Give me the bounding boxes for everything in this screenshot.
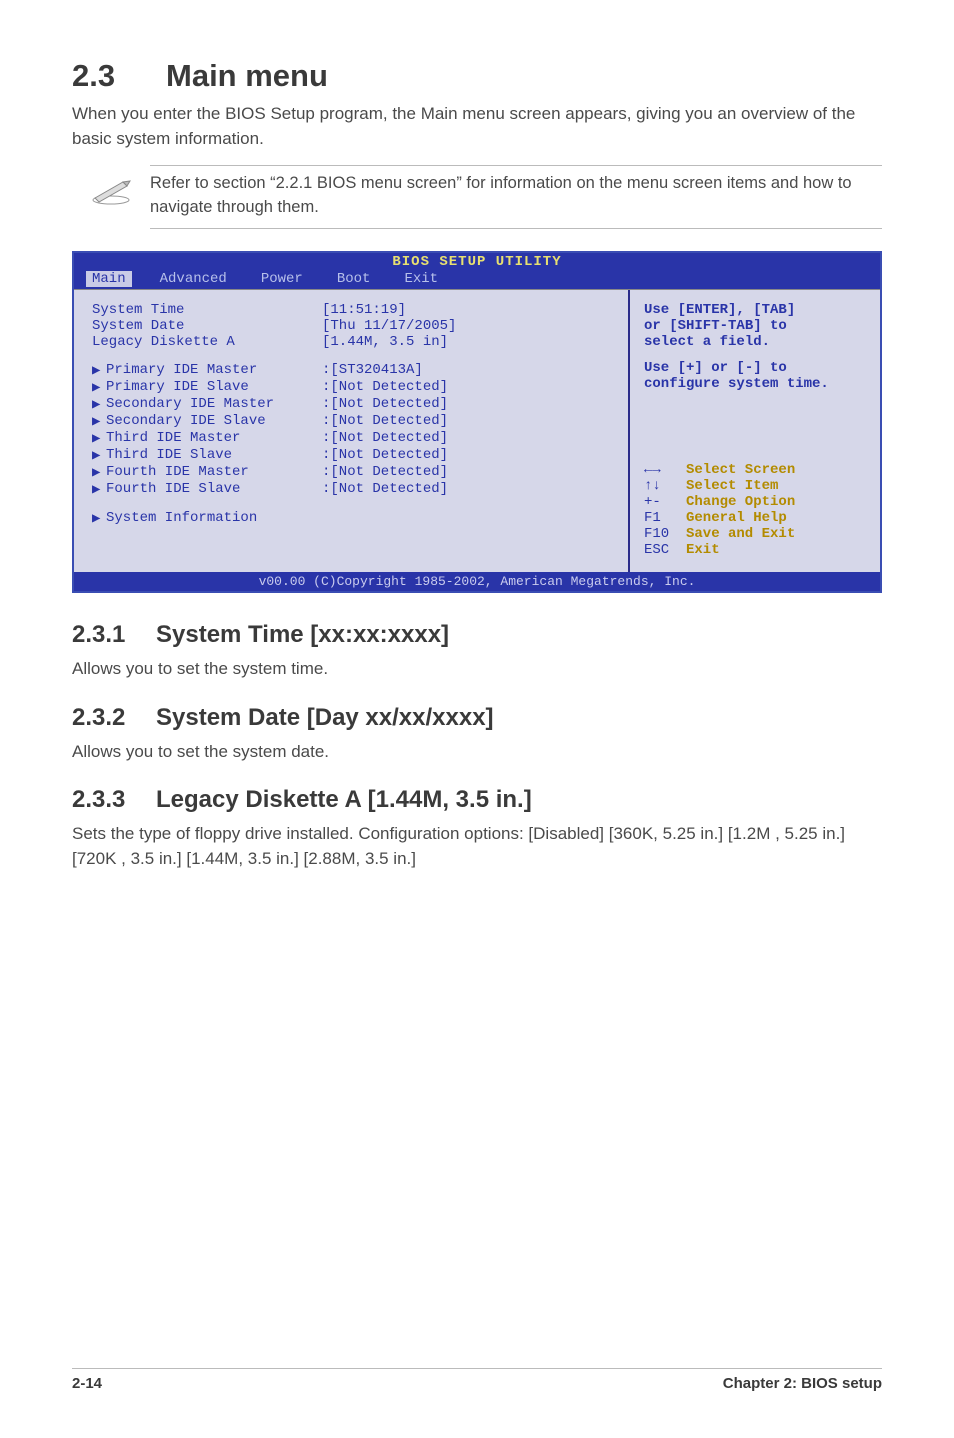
help-line: Use [ENTER], [TAB] [644,302,868,318]
section-heading: 2.3Main menu [72,58,882,94]
help-line: select a field. [644,334,868,350]
bios-tab-power[interactable]: Power [255,271,309,287]
submenu-arrow-icon: ▶ [92,413,106,430]
bios-tab-boot[interactable]: Boot [331,271,377,287]
subsection-body: Sets the type of floppy drive installed.… [72,822,882,871]
page-footer: 2-14 Chapter 2: BIOS setup [0,1368,954,1392]
note-text: Refer to section “2.2.1 BIOS menu screen… [150,172,882,220]
bios-main-area: System Time[11:51:19] System Date[Thu 11… [74,290,628,572]
field-system-date[interactable]: System Date[Thu 11/17/2005] [92,318,618,334]
bios-tab-advanced[interactable]: Advanced [154,271,233,287]
help-line: or [SHIFT-TAB] to [644,318,868,334]
divider [150,165,882,166]
submenu-arrow-icon: ▶ [92,481,106,498]
help-line: Use [+] or [-] to [644,360,868,376]
note-pencil-icon [72,172,150,206]
menu-primary-ide-slave[interactable]: ▶Primary IDE Slave:[Not Detected] [92,379,618,396]
bios-key-legend: ←→Select Screen ↑↓Select Item +-Change O… [644,462,868,558]
submenu-arrow-icon: ▶ [92,379,106,396]
menu-third-ide-slave[interactable]: ▶Third IDE Slave:[Not Detected] [92,447,618,464]
bios-tab-bar: Main Advanced Power Boot Exit [74,271,880,289]
subsection-heading: 2.3.3Legacy Diskette A [1.44M, 3.5 in.] [72,786,882,814]
section-number: 2.3 [72,58,166,94]
field-system-time[interactable]: System Time[11:51:19] [92,302,618,318]
field-legacy-diskette[interactable]: Legacy Diskette A[1.44M, 3.5 in] [92,334,618,350]
bios-title: BIOS SETUP UTILITY [74,253,880,271]
subsection-body: Allows you to set the system date. [72,740,882,765]
menu-fourth-ide-master[interactable]: ▶Fourth IDE Master:[Not Detected] [92,464,618,481]
intro-paragraph: When you enter the BIOS Setup program, t… [72,102,882,151]
bios-footer: v00.00 (C)Copyright 1985-2002, American … [74,572,880,591]
submenu-arrow-icon: ▶ [92,510,106,527]
submenu-arrow-icon: ▶ [92,396,106,413]
help-line: configure system time. [644,376,868,392]
menu-secondary-ide-master[interactable]: ▶Secondary IDE Master:[Not Detected] [92,396,618,413]
chapter-label: Chapter 2: BIOS setup [723,1375,882,1392]
submenu-arrow-icon: ▶ [92,430,106,447]
menu-system-information[interactable]: ▶System Information [92,510,618,527]
page-number: 2-14 [72,1375,102,1392]
menu-fourth-ide-slave[interactable]: ▶Fourth IDE Slave:[Not Detected] [92,481,618,498]
subsection-body: Allows you to set the system time. [72,657,882,682]
submenu-arrow-icon: ▶ [92,447,106,464]
divider [150,228,882,229]
bios-help-pane: Use [ENTER], [TAB] or [SHIFT-TAB] to sel… [628,290,880,572]
submenu-arrow-icon: ▶ [92,362,106,379]
section-title: Main menu [166,58,328,93]
bios-panel: BIOS SETUP UTILITY Main Advanced Power B… [72,251,882,593]
subsection-heading: 2.3.1System Time [xx:xx:xxxx] [72,621,882,649]
submenu-arrow-icon: ▶ [92,464,106,481]
menu-primary-ide-master[interactable]: ▶Primary IDE Master:[ST320413A] [92,362,618,379]
menu-secondary-ide-slave[interactable]: ▶Secondary IDE Slave:[Not Detected] [92,413,618,430]
menu-third-ide-master[interactable]: ▶Third IDE Master:[Not Detected] [92,430,618,447]
subsection-heading: 2.3.2System Date [Day xx/xx/xxxx] [72,704,882,732]
bios-tab-exit[interactable]: Exit [398,271,444,287]
note-block: Refer to section “2.2.1 BIOS menu screen… [72,172,882,220]
bios-tab-main[interactable]: Main [86,271,132,287]
